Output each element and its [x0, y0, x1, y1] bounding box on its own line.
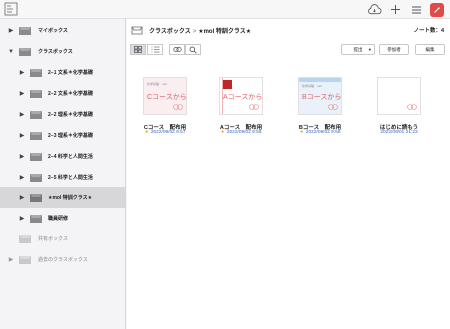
expand-arrow-icon[interactable]: ▶ — [18, 90, 26, 98]
expand-arrow-icon[interactable]: ▶ — [7, 27, 15, 35]
sidebar: ▶ マイボックス ▼ クラスボックス ▶ 2−1 文系＊化学基礎 ▶ 2−2 文… — [0, 19, 126, 329]
note-date: ★ 2022/09/02 9:57 — [144, 130, 186, 135]
box-icon — [30, 89, 42, 98]
toolbar: 提出 ▾ 参加者 編集 — [127, 41, 450, 57]
expand-arrow-icon[interactable]: ▶ — [7, 256, 15, 264]
sidebar-item-class[interactable]: ▶ 2−5 科学と人間生活 — [0, 167, 126, 188]
plus-icon[interactable] — [388, 2, 403, 17]
sidebar-item-label: 2−2 文系＊化学基礎 — [48, 91, 93, 97]
box-icon — [30, 193, 42, 202]
participants-button[interactable]: 参加者 — [379, 44, 409, 55]
note-count: ノート数：4 — [413, 28, 444, 34]
sidebar-item-label: 過去のクラスボックス — [38, 257, 88, 263]
grid-icon — [134, 46, 142, 53]
sidebar-item-class[interactable]: ▶ 2−3 理系＊化学基礎 — [0, 125, 126, 146]
character-icon — [328, 104, 338, 110]
character-icon — [407, 104, 417, 110]
sidebar-item-label: クラスボックス — [38, 49, 73, 55]
sidebar-item-class[interactable]: ▶ 職員研修 — [0, 208, 126, 229]
tag-filter-button[interactable] — [169, 44, 185, 55]
sidebar-item-label: 2−1 文系＊化学基礎 — [48, 70, 93, 76]
list-icon — [151, 46, 159, 53]
thumbnail-text: Aコースから — [223, 94, 263, 101]
sidebar-item-label: 2−2 理系＊化学基礎 — [48, 112, 93, 118]
edit-icon[interactable] — [430, 2, 444, 17]
note-thumbnail[interactable]: Aコースから — [219, 77, 263, 115]
box-icon — [19, 47, 31, 56]
box-icon — [19, 26, 31, 35]
app-logo-icon — [4, 2, 18, 16]
edit-button[interactable]: 編集 — [415, 44, 445, 55]
thumbnail-header: 化学基礎 mol — [147, 82, 167, 86]
thumbnail-accent — [222, 80, 232, 89]
thumbnail-header: 化学基礎 mol — [302, 84, 322, 88]
character-icon — [249, 104, 259, 110]
sidebar-item-label: 2−4 科学と人間生活 — [48, 154, 93, 160]
breadcrumb-separator: > — [192, 29, 197, 35]
sort-label: 提出 — [353, 46, 363, 52]
expand-arrow-icon[interactable]: ▶ — [18, 215, 26, 223]
cloud-sync-icon[interactable] — [367, 2, 382, 17]
main-content: クラスボックス > ★mol 特訓クラス★ ノート数：4 提出 ▾ 参加者 編集 化… — [127, 19, 450, 329]
sidebar-item-my-box[interactable]: ▶ マイボックス — [0, 20, 126, 41]
sidebar-item-class[interactable]: ▶ 2−4 科学と人間生活 — [0, 146, 126, 167]
top-bar — [0, 0, 450, 19]
breadcrumb-current: ★mol 特訓クラス★ — [198, 29, 252, 35]
search-icon — [189, 46, 197, 54]
expand-arrow-icon[interactable]: ▶ — [18, 111, 26, 119]
sidebar-item-label: ★mol 特訓クラス★ — [48, 195, 93, 201]
list-view-button[interactable] — [147, 44, 163, 55]
menu-icon[interactable] — [409, 2, 424, 17]
tag-icon — [172, 46, 182, 53]
note-thumbnail[interactable]: 化学基礎 mol Bコースから — [298, 77, 342, 115]
box-icon — [30, 173, 42, 182]
note-date: 2022/09/01 21:23 — [380, 130, 418, 135]
chevron-down-icon: ▾ — [368, 46, 371, 52]
box-icon — [30, 152, 42, 161]
box-icon — [30, 214, 42, 223]
box-outline-icon — [131, 26, 143, 35]
box-icon — [30, 131, 42, 140]
expand-arrow-icon[interactable]: ▶ — [18, 69, 26, 77]
sidebar-item-class-box[interactable]: ▼ クラスボックス — [0, 41, 126, 62]
sidebar-item-past-class-box[interactable]: ▶ 過去のクラスボックス — [0, 249, 126, 270]
note-thumbnail[interactable] — [377, 77, 421, 115]
box-icon — [19, 234, 31, 243]
note-date: ★ 2022/09/02 9:56 — [220, 130, 262, 135]
expand-arrow-icon[interactable]: ▶ — [18, 132, 26, 140]
breadcrumb-root[interactable]: クラスボックス — [149, 29, 191, 35]
note-thumbnail[interactable]: 化学基礎 mol Cコースから — [143, 77, 187, 115]
collapse-arrow-icon[interactable]: ▼ — [7, 48, 15, 56]
thumbnail-text: Bコースから — [302, 94, 342, 101]
expand-arrow-icon[interactable]: ▶ — [18, 153, 26, 161]
sidebar-item-class-selected[interactable]: ▶ ★mol 特訓クラス★ — [0, 187, 126, 208]
expand-arrow-icon[interactable]: ▶ — [18, 174, 26, 182]
thumbnail-text: Cコースから — [147, 94, 187, 101]
sidebar-item-shared-box[interactable]: 共有ボックス — [0, 228, 126, 249]
character-icon — [173, 104, 183, 110]
box-icon — [30, 68, 42, 77]
search-button[interactable] — [185, 44, 201, 55]
grid-view-button[interactable] — [130, 44, 146, 55]
star-icon: ★ — [299, 130, 304, 135]
note-date: ★ 2022/09/02 9:56 — [299, 130, 341, 135]
box-icon — [19, 255, 31, 264]
sidebar-item-class[interactable]: ▶ 2−2 理系＊化学基礎 — [0, 104, 126, 125]
sort-select[interactable]: 提出 ▾ — [341, 44, 375, 55]
sidebar-item-label: 2−5 科学と人間生活 — [48, 175, 93, 181]
expand-arrow-icon[interactable]: ▶ — [18, 194, 26, 202]
sidebar-item-label: 2−3 理系＊化学基礎 — [48, 133, 93, 139]
star-icon: ★ — [144, 130, 149, 135]
breadcrumb: クラスボックス > ★mol 特訓クラス★ ノート数：4 — [127, 19, 450, 41]
sidebar-item-label: マイボックス — [38, 28, 68, 34]
sidebar-item-label: 職員研修 — [48, 216, 69, 222]
box-icon — [30, 110, 42, 119]
sidebar-item-class[interactable]: ▶ 2−2 文系＊化学基礎 — [0, 83, 126, 104]
star-icon: ★ — [220, 130, 225, 135]
sidebar-item-label: 共有ボックス — [38, 236, 68, 242]
thumbnail-accent — [299, 78, 341, 82]
sidebar-item-class[interactable]: ▶ 2−1 文系＊化学基礎 — [0, 62, 126, 83]
